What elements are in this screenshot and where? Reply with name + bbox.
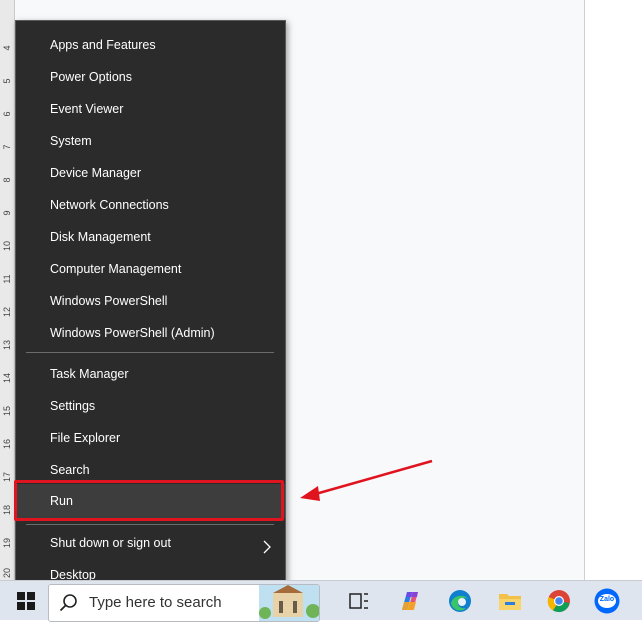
zalo-icon[interactable]: Zalo <box>593 587 621 615</box>
menu-item-label: Windows PowerShell <box>50 294 168 308</box>
annotation-arrow-icon <box>300 459 433 501</box>
menu-item-network-connections[interactable]: Network Connections <box>16 191 285 219</box>
ruler-number: 15 <box>2 406 12 417</box>
ruler-number: 18 <box>2 505 12 516</box>
ruler-number: 9 <box>2 210 12 216</box>
chevron-right-icon <box>261 536 273 554</box>
ruler-number: 16 <box>2 439 12 450</box>
edge-icon[interactable] <box>446 587 474 615</box>
menu-separator <box>26 524 274 525</box>
run-highlight-box <box>14 480 284 521</box>
menu-item-label: Device Manager <box>50 166 142 180</box>
ruler-number: 10 <box>2 241 12 252</box>
menu-item-windows-powershell-admin[interactable]: Windows PowerShell (Admin) <box>16 319 285 347</box>
search-placeholder: Type here to search <box>89 594 222 611</box>
zalo-label: Zalo <box>599 596 615 603</box>
task-view-icon[interactable] <box>345 587 373 615</box>
ruler-number: 4 <box>2 45 12 51</box>
menu-item-label: Windows PowerShell (Admin) <box>50 326 215 340</box>
menu-item-windows-powershell[interactable]: Windows PowerShell <box>16 287 285 315</box>
ruler-number: 7 <box>2 144 12 150</box>
menu-item-label: File Explorer <box>50 431 121 445</box>
menu-item-label: System <box>50 134 92 148</box>
ruler-number: 14 <box>2 373 12 384</box>
menu-item-label: Power Options <box>50 70 132 84</box>
menu-item-label: Apps and Features <box>50 38 156 52</box>
menu-item-shut-down-or-sign-out[interactable]: Shut down or sign out <box>16 529 285 557</box>
menu-item-power-options[interactable]: Power Options <box>16 63 285 91</box>
ruler-number: 13 <box>2 340 12 351</box>
menu-item-label: Computer Management <box>50 262 182 276</box>
file-explorer-icon[interactable] <box>496 587 524 615</box>
ruler-number: 8 <box>2 177 12 183</box>
menu-item-label: Search <box>50 463 90 477</box>
menu-item-computer-management[interactable]: Computer Management <box>16 255 285 283</box>
ruler-number: 17 <box>2 472 12 483</box>
copilot-icon[interactable] <box>396 587 424 615</box>
menu-separator <box>26 352 274 353</box>
vertical-ruler: 4 5 6 7 8 9 10 11 12 13 14 15 16 17 18 1… <box>0 0 15 580</box>
menu-item-task-manager[interactable]: Task Manager <box>16 360 285 388</box>
menu-item-event-viewer[interactable]: Event Viewer <box>16 95 285 123</box>
menu-item-disk-management[interactable]: Disk Management <box>16 223 285 251</box>
ruler-number: 11 <box>2 274 12 284</box>
search-highlight-image-icon <box>259 585 319 621</box>
ruler-number: 5 <box>2 78 12 84</box>
menu-item-system[interactable]: System <box>16 127 285 155</box>
menu-item-file-explorer[interactable]: File Explorer <box>16 424 285 452</box>
menu-item-label: Task Manager <box>50 367 129 381</box>
windows-start-icon[interactable] <box>12 587 40 615</box>
menu-item-label: Network Connections <box>50 198 169 212</box>
menu-item-label: Disk Management <box>50 230 151 244</box>
ruler-number: 20 <box>2 568 12 579</box>
ruler-number: 6 <box>2 111 12 117</box>
search-icon <box>59 593 79 618</box>
menu-item-label: Event Viewer <box>50 102 124 116</box>
menu-item-apps-and-features[interactable]: Apps and Features <box>16 31 285 59</box>
chrome-icon[interactable] <box>545 587 573 615</box>
menu-item-label: Settings <box>50 399 96 413</box>
ruler-number: 12 <box>2 307 12 318</box>
ruler-number: 19 <box>2 538 12 549</box>
menu-item-device-manager[interactable]: Device Manager <box>16 159 285 187</box>
menu-item-label: Shut down or sign out <box>50 536 171 550</box>
menu-item-settings[interactable]: Settings <box>16 392 285 420</box>
taskbar: Type here to search Zalo <box>0 580 642 622</box>
taskbar-search-box[interactable]: Type here to search <box>48 584 320 622</box>
